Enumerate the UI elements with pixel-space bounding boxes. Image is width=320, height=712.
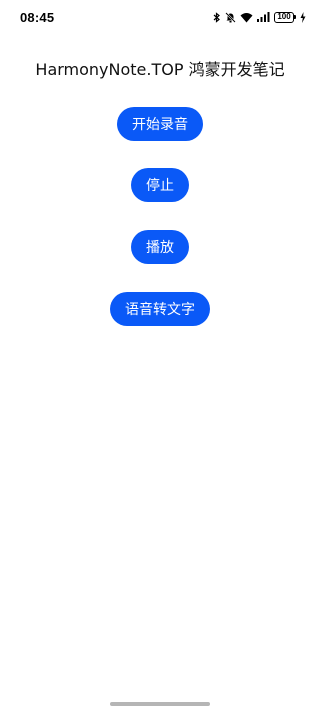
battery-icon: 100 [274, 11, 296, 23]
signal-icon [257, 12, 270, 22]
play-button[interactable]: 播放 [131, 230, 189, 264]
mute-icon [225, 11, 236, 23]
start-recording-button[interactable]: 开始录音 [117, 107, 203, 141]
page-title: HarmonyNote.TOP 鸿蒙开发笔记 [35, 60, 285, 79]
home-indicator[interactable] [110, 702, 210, 706]
charging-icon [300, 11, 306, 23]
battery-cap [294, 15, 296, 19]
status-icons: 100 [213, 11, 306, 23]
wifi-icon [240, 12, 253, 23]
stop-button[interactable]: 停止 [131, 168, 189, 202]
battery-level: 100 [277, 12, 291, 21]
battery-body: 100 [274, 11, 294, 23]
status-bar: 08:45 100 [0, 0, 320, 34]
bluetooth-icon [213, 11, 221, 23]
speech-to-text-button[interactable]: 语音转文字 [110, 292, 210, 326]
status-time: 08:45 [20, 9, 55, 25]
